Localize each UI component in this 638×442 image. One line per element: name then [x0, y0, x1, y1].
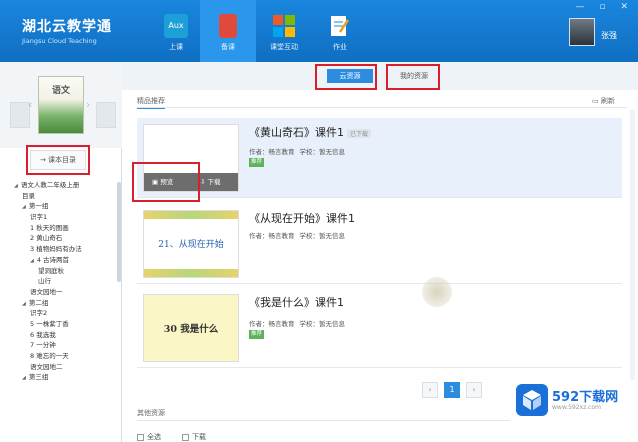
- nav-interaction-label: 课堂互动: [270, 43, 298, 51]
- book-icon: [219, 14, 237, 38]
- resource-meta: 作者：畅言教育 学校：暂无信息: [249, 318, 350, 328]
- tree-item[interactable]: 7 一分钟: [0, 340, 118, 351]
- tree-item[interactable]: 语文园地二: [0, 362, 118, 373]
- tree-item[interactable]: 识字1: [0, 212, 118, 223]
- watermark-title: 592下载网: [552, 390, 619, 405]
- windows-icon: [272, 14, 296, 38]
- resource-author: 作者：畅言教育: [249, 320, 295, 328]
- nav-interaction[interactable]: 课堂互动: [256, 0, 312, 62]
- resource-school: 学校：暂无信息: [299, 232, 346, 240]
- download-check-label: 下载: [192, 433, 206, 441]
- window-controls[interactable]: — ▫ ✕: [576, 2, 634, 12]
- tree-item[interactable]: 1 秋天的图画: [0, 223, 118, 234]
- highlight-box: [386, 64, 440, 90]
- highlight-box: [132, 162, 200, 202]
- pencil-note-icon: [328, 14, 352, 38]
- pager-prev[interactable]: ‹: [422, 382, 438, 398]
- tree-item[interactable]: 5 一株紫丁香: [0, 319, 118, 330]
- resource-title: 《从现在开始》课件1: [249, 212, 355, 225]
- nav-homework[interactable]: 作业: [312, 0, 368, 62]
- cube-logo-icon: [516, 384, 548, 416]
- nav-prepare-label: 备课: [221, 43, 235, 51]
- nav-prepare[interactable]: 备课: [200, 0, 256, 62]
- resource-title: 《黄山奇石》课件1 已下载: [249, 124, 372, 140]
- divider: [137, 107, 627, 108]
- thumbnail-border: [144, 269, 238, 277]
- status-badge: 已下载: [347, 128, 372, 138]
- thumbnail-border: [144, 211, 238, 219]
- watermark-url: www.592xz.com: [552, 404, 601, 411]
- refresh-button[interactable]: ▭ 刷新: [592, 96, 615, 106]
- resource-meta: 作者：畅言教育 学校：暂无信息: [249, 146, 350, 156]
- nav-homework-label: 作业: [333, 43, 347, 51]
- refresh-label: 刷新: [600, 97, 615, 105]
- select-all-checkbox[interactable]: 全选: [137, 432, 161, 442]
- highlight-box: [315, 64, 377, 90]
- avatar[interactable]: [569, 18, 595, 46]
- aux-icon: Aux: [164, 14, 188, 38]
- checkbox-icon: [182, 433, 189, 441]
- tree-item[interactable]: 6 我选我: [0, 330, 118, 341]
- tree-item[interactable]: 目录: [0, 191, 118, 202]
- pager-next[interactable]: ›: [466, 382, 482, 398]
- tree-item[interactable]: 第二组: [0, 298, 118, 309]
- select-all-label: 全选: [147, 433, 161, 441]
- book-cover-prev[interactable]: [10, 102, 30, 128]
- app-header: 湖北云教学通 Jiangsu Cloud Teaching Aux 上课 备课 …: [0, 0, 638, 62]
- resource-thumbnail[interactable]: 21、从现在开始: [143, 210, 239, 278]
- thumbnail-text: 30 我是什么: [163, 324, 219, 335]
- watermark: 592下载网 www.592xz.com: [510, 380, 638, 442]
- sidebar: ‹ 语文 › → 课本目录 语文人教二年级上册目录第一组识字11 秋天的图画2 …: [0, 62, 122, 442]
- tree-item[interactable]: 第三组: [0, 372, 118, 383]
- tree-item[interactable]: 语文人教二年级上册: [0, 180, 118, 191]
- tree-item[interactable]: 山行: [0, 276, 118, 287]
- resource-meta: 作者：畅言教育 学校：暂无信息: [249, 230, 350, 240]
- refresh-icon: ▭: [592, 97, 601, 105]
- main-scrollbar[interactable]: [630, 110, 635, 410]
- tree-item[interactable]: 第一组: [0, 201, 118, 212]
- resource-author: 作者：畅言教育: [249, 232, 295, 240]
- tree-item[interactable]: 8 难忘的一天: [0, 351, 118, 362]
- resource-card[interactable]: 21、从现在开始 《从现在开始》课件1 作者：畅言教育 学校：暂无信息: [137, 204, 622, 284]
- tree-item[interactable]: 望洞庭秋: [0, 266, 118, 277]
- resource-title: 《我是什么》课件1: [249, 296, 344, 309]
- brand-subtitle: Jiangsu Cloud Teaching: [22, 37, 97, 45]
- resource-title-text: 《黄山奇石》课件1: [249, 126, 344, 139]
- tree-item[interactable]: 识字2: [0, 308, 118, 319]
- tree-item[interactable]: 语文园地一: [0, 287, 118, 298]
- other-resources-title: 其他资源: [137, 409, 165, 417]
- download-button[interactable]: ⇩ 下载: [200, 176, 221, 188]
- book-cover-next[interactable]: [96, 102, 116, 128]
- thumbnail-text: 21、从现在开始: [158, 240, 224, 250]
- resource-school: 学校：暂无信息: [299, 148, 346, 156]
- download-icon: ⇩: [200, 178, 208, 186]
- sidebar-scrollbar[interactable]: [117, 182, 121, 282]
- resource-card[interactable]: 30 我是什么 《我是什么》课件1 作者：畅言教育 学校：暂无信息 推荐: [137, 288, 622, 368]
- app-logo: 湖北云教学通 Jiangsu Cloud Teaching: [22, 16, 112, 45]
- recommend-tag: 推荐: [249, 158, 265, 167]
- chapter-tree: 语文人教二年级上册目录第一组识字11 秋天的图画2 黄山奇石3 植物妈妈有办法4…: [0, 180, 118, 383]
- recommend-tag: 推荐: [249, 330, 265, 339]
- pager-page[interactable]: 1: [444, 382, 460, 398]
- resource-card[interactable]: ▣ 预览 ⇩ 下载 《黄山奇石》课件1 已下载 作者：畅言教育 学校：暂无信息 推荐: [137, 118, 622, 198]
- download-checkbox[interactable]: 下载: [182, 432, 206, 442]
- tree-item[interactable]: 4 古诗两首: [0, 255, 118, 266]
- highlight-box: [26, 145, 90, 175]
- resource-tabs: 云资源 我的资源: [122, 62, 638, 90]
- tree-item[interactable]: 3 植物妈妈有办法: [0, 244, 118, 255]
- nav-class[interactable]: Aux 上课: [148, 0, 204, 62]
- resource-author: 作者：畅言教育: [249, 148, 295, 156]
- resource-school: 学校：暂无信息: [299, 320, 346, 328]
- checkbox-icon: [137, 433, 144, 441]
- book-carousel: ‹ 语文 ›: [0, 62, 122, 148]
- brand-name: 湖北云教学通: [22, 19, 112, 35]
- tree-item[interactable]: 2 黄山奇石: [0, 233, 118, 244]
- username[interactable]: 张强: [601, 30, 617, 41]
- resource-thumbnail[interactable]: 30 我是什么: [143, 294, 239, 362]
- book-cover[interactable]: 语文: [38, 76, 84, 134]
- book-title: 语文: [51, 86, 70, 96]
- download-label: 下载: [207, 178, 221, 186]
- cursor-highlight: [422, 277, 452, 307]
- nav-class-label: 上课: [169, 43, 183, 51]
